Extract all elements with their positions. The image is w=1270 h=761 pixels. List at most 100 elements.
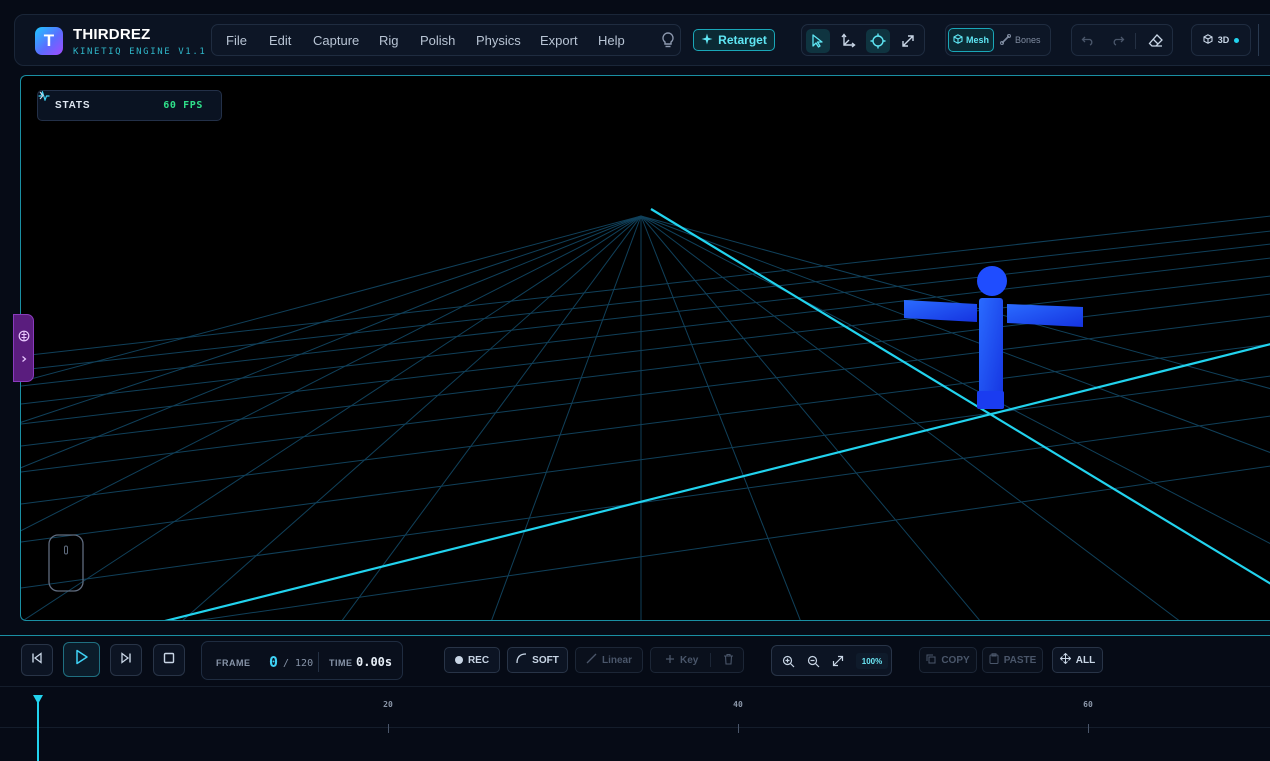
stop-button[interactable] <box>153 644 185 676</box>
skip-forward-button[interactable] <box>110 644 142 676</box>
menu-rig[interactable]: Rig <box>379 33 399 48</box>
zoom-out-icon[interactable] <box>801 649 825 673</box>
display-mode-toggle: Mesh Bones <box>945 24 1051 56</box>
menu-help[interactable]: Help <box>598 33 625 48</box>
grid-row-line <box>21 415 1270 589</box>
status-dot <box>1234 37 1240 43</box>
grid-row-line <box>21 275 1270 425</box>
bones-mode-button[interactable]: Bones <box>1000 28 1041 52</box>
grid-row-line <box>21 375 1270 543</box>
frame-label: FRAME <box>216 658 251 668</box>
fps-readout: 60 FPS <box>163 100 203 111</box>
cube-icon <box>1203 34 1213 46</box>
line-icon <box>586 653 597 667</box>
toolbar-edge-divider <box>1258 24 1259 56</box>
grid-column-line <box>640 215 1270 544</box>
app-subtitle: KINETIQ ENGINE V1.1 <box>73 47 207 57</box>
redo-icon[interactable] <box>1106 29 1130 53</box>
frame-divider <box>318 652 319 672</box>
sparkle-icon <box>701 33 713 48</box>
app-title: THIRDREZ <box>73 26 151 43</box>
menu-edit[interactable]: Edit <box>269 33 291 48</box>
grid-row-line <box>21 230 1270 371</box>
skip-back-button[interactable] <box>21 644 53 676</box>
grid-row-line <box>21 343 1270 505</box>
timeline-track <box>0 727 1270 728</box>
curve-icon <box>516 653 527 667</box>
cube-icon <box>953 34 963 46</box>
lightbulb-icon[interactable] <box>660 31 676 49</box>
history-divider <box>1135 33 1136 49</box>
rotate-icon[interactable] <box>866 29 890 53</box>
play-icon <box>75 649 89 670</box>
side-panel-tab[interactable] <box>13 314 34 382</box>
paste-button[interactable]: PASTE <box>982 647 1043 673</box>
transport-bar: FRAME 0 / 120 TIME 0.00s REC SOFT Linear… <box>0 636 1270 686</box>
menu-file[interactable]: File <box>226 33 247 48</box>
plus-icon[interactable] <box>665 654 675 667</box>
move-icon <box>1059 652 1071 667</box>
stop-icon <box>163 651 175 669</box>
select-arrow-icon[interactable] <box>806 29 830 53</box>
record-dot-icon <box>454 656 463 664</box>
playhead[interactable] <box>37 695 39 761</box>
record-button[interactable]: REC <box>444 647 500 673</box>
record-label: REC <box>467 654 490 666</box>
scene-canvas[interactable] <box>21 76 1270 621</box>
all-label: ALL <box>1075 654 1096 666</box>
menu-export[interactable]: Export <box>540 33 578 48</box>
timeline-ruler[interactable]: 20 40 60 <box>0 686 1270 761</box>
retarget-label: Retarget <box>718 33 767 47</box>
3d-viewport[interactable]: STATS 60 FPS <box>20 75 1270 621</box>
top-toolbar: T THIRDREZ KINETIQ ENGINE V1.1 File Edit… <box>14 14 1270 66</box>
eraser-icon[interactable] <box>1144 29 1168 53</box>
tick-mark <box>1088 724 1089 733</box>
copy-button[interactable]: COPY <box>919 647 977 673</box>
clipboard-icon <box>989 653 999 667</box>
paste-label: PASTE <box>1003 654 1037 666</box>
retarget-button[interactable]: Retarget <box>693 29 775 51</box>
grid-column-line <box>23 215 642 620</box>
menu-polish[interactable]: Polish <box>420 33 455 48</box>
view-3d-toggle[interactable]: 3D <box>1191 24 1251 56</box>
current-frame-input[interactable]: 0 <box>269 653 278 671</box>
expand-icon[interactable] <box>896 29 920 53</box>
character-base <box>977 391 1004 409</box>
tick-label: 40 <box>733 700 743 709</box>
trash-icon[interactable] <box>723 653 734 668</box>
frame-time-readout: FRAME 0 / 120 TIME 0.00s <box>201 641 403 680</box>
grid-column-line <box>640 215 1270 390</box>
chevron-right-icon <box>20 350 28 368</box>
menu-physics[interactable]: Physics <box>476 33 521 48</box>
linear-interp-button[interactable]: Linear <box>575 647 643 673</box>
menu-bar: File Edit Capture Rig Polish Physics Exp… <box>211 24 681 56</box>
skip-back-icon <box>31 651 43 669</box>
total-frames: / 120 <box>283 658 314 669</box>
fit-expand-icon[interactable] <box>826 649 850 673</box>
grid-row-line <box>21 215 1270 357</box>
character-head <box>977 266 1007 296</box>
undo-icon[interactable] <box>1076 29 1100 53</box>
stats-panel[interactable]: STATS 60 FPS <box>37 90 222 121</box>
grid-column-line <box>640 215 1270 453</box>
tick-label: 20 <box>383 700 393 709</box>
select-all-button[interactable]: ALL <box>1052 647 1103 673</box>
playhead-handle[interactable] <box>33 695 43 704</box>
timeline-zoom-controls: 100% <box>771 645 892 676</box>
add-key-label[interactable]: Key <box>680 655 698 666</box>
mesh-mode-button[interactable]: Mesh <box>948 28 994 52</box>
skip-forward-icon <box>120 651 132 669</box>
zoom-in-icon[interactable] <box>776 649 800 673</box>
key-divider <box>710 653 712 667</box>
bones-label: Bones <box>1015 35 1041 45</box>
bone-icon <box>1000 33 1011 47</box>
copy-icon <box>926 654 936 667</box>
axes-icon[interactable] <box>836 29 860 53</box>
menu-capture[interactable]: Capture <box>313 33 359 48</box>
play-button[interactable] <box>63 642 100 677</box>
zoom-percentage: 100% <box>856 653 888 669</box>
key-group: Key <box>650 647 744 673</box>
view-3d-label: 3D <box>1217 35 1230 45</box>
soft-interp-button[interactable]: SOFT <box>507 647 568 673</box>
mesh-label: Mesh <box>965 35 989 45</box>
